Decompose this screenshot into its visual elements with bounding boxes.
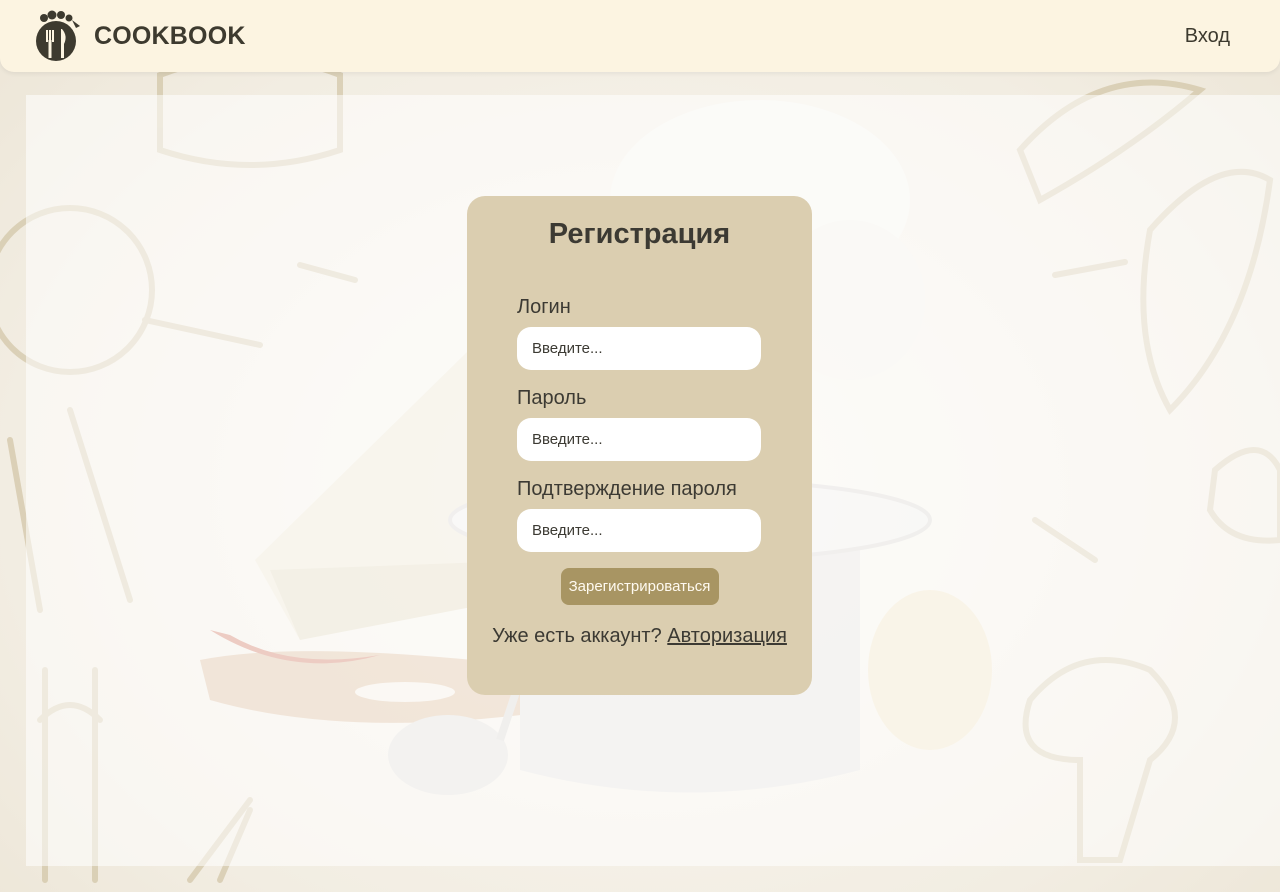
password-label: Пароль	[517, 387, 587, 409]
password-confirm-label: Подтверждение пароля	[517, 478, 737, 500]
header-login-link[interactable]: Вход	[1185, 25, 1230, 48]
have-account-text: Уже есть аккаунт?	[492, 625, 662, 647]
password-input[interactable]	[517, 418, 761, 461]
form-title: Регистрация	[548, 218, 731, 250]
submit-wrapper: Зарегистрироваться	[467, 568, 812, 605]
password-confirm-input[interactable]	[517, 509, 761, 552]
top-navbar: COOKBOOK Вход	[0, 0, 1280, 72]
login-input[interactable]	[517, 327, 761, 370]
chef-hat-cutlery-logo-icon	[36, 10, 80, 61]
brand[interactable]: COOKBOOK	[34, 10, 246, 62]
register-button[interactable]: Зарегистрироваться	[560, 568, 719, 605]
have-account-line: Уже есть аккаунт? Авторизация	[467, 625, 812, 648]
registration-card: Регистрация Логин Пароль Подтверждение п…	[467, 196, 812, 695]
registration-form: Логин Пароль Подтверждение пароля	[467, 295, 812, 552]
brand-name: COOKBOOK	[94, 21, 246, 50]
authorization-link[interactable]: Авторизация	[667, 625, 787, 647]
login-label: Логин	[517, 296, 571, 318]
